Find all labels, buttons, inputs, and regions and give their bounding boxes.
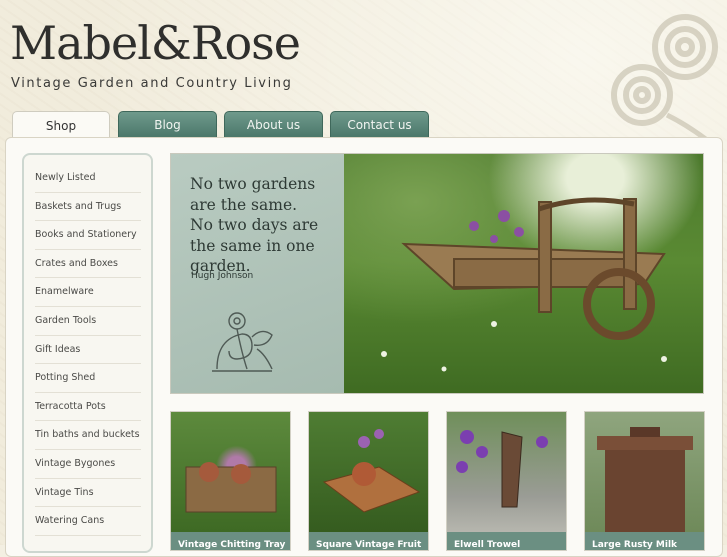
- product-caption[interactable]: Large Rusty Milk: [585, 532, 704, 550]
- sidebar-item-gift-ideas[interactable]: Gift Ideas: [35, 336, 141, 365]
- sidebar-item-potting-shed[interactable]: Potting Shed: [35, 364, 141, 393]
- sidebar-item-vintage-bygones[interactable]: Vintage Bygones: [35, 450, 141, 479]
- trowel-icon: [456, 430, 548, 508]
- quote-panel: No two gardens are the same. No two days…: [171, 154, 344, 393]
- tab-contact-us[interactable]: Contact us: [330, 111, 429, 137]
- chitting-tray-icon: [185, 462, 277, 513]
- quote-author: Hugh Johnson: [191, 271, 254, 281]
- sidebar-item-terracotta-pots[interactable]: Terracotta Pots: [35, 393, 141, 422]
- quote-line: are the same.: [190, 195, 298, 214]
- wheelbarrow-photo: [344, 154, 703, 393]
- quote-text: No two gardens are the same. No two days…: [190, 174, 340, 277]
- milk-churn-icon: [597, 427, 693, 532]
- site-tagline: Vintage Garden and Country Living: [11, 76, 293, 91]
- quote-line: No two gardens: [190, 175, 316, 193]
- flower-sketch-icon: [212, 312, 273, 372]
- quote-line: the same in one: [190, 236, 315, 255]
- product-card[interactable]: Large Rusty Milk: [584, 411, 705, 551]
- product-caption[interactable]: Square Vintage Fruit: [309, 532, 428, 550]
- category-sidebar: Newly Listed Baskets and Trugs Books and…: [22, 153, 153, 553]
- sidebar-item-baskets-and-trugs[interactable]: Baskets and Trugs: [35, 193, 141, 222]
- sidebar-item-enamelware[interactable]: Enamelware: [35, 278, 141, 307]
- wheelbarrow-icon: [381, 197, 667, 372]
- sidebar-item-vintage-tins[interactable]: Vintage Tins: [35, 479, 141, 508]
- quote-line: No two days are: [190, 216, 319, 234]
- product-card[interactable]: Vintage Chitting Tray: [170, 411, 291, 551]
- product-image: [585, 412, 704, 532]
- sidebar-item-newly-listed[interactable]: Newly Listed: [35, 164, 141, 193]
- product-caption[interactable]: Elwell Trowel: [447, 532, 566, 550]
- sidebar-item-garden-tools[interactable]: Garden Tools: [35, 307, 141, 336]
- product-image: [309, 412, 428, 532]
- sidebar-item-books-and-stationery[interactable]: Books and Stationery: [35, 221, 141, 250]
- product-caption[interactable]: Vintage Chitting Tray: [171, 532, 290, 550]
- site-logo[interactable]: Mabel&Rose: [10, 20, 301, 66]
- fruit-crate-icon: [322, 429, 421, 513]
- product-image: [447, 412, 566, 532]
- product-card[interactable]: Square Vintage Fruit: [308, 411, 429, 551]
- rose-decoration-icon: [611, 14, 718, 143]
- hero-banner[interactable]: No two gardens are the same. No two days…: [170, 153, 704, 394]
- sidebar-item-tin-baths-and-buckets[interactable]: Tin baths and buckets: [35, 421, 141, 450]
- sidebar-item-crates-and-boxes[interactable]: Crates and Boxes: [35, 250, 141, 279]
- tab-blog[interactable]: Blog: [118, 111, 217, 137]
- tab-about-us[interactable]: About us: [224, 111, 323, 137]
- product-card[interactable]: Elwell Trowel: [446, 411, 567, 551]
- tab-shop[interactable]: Shop: [12, 111, 110, 139]
- sidebar-item-watering-cans[interactable]: Watering Cans: [35, 507, 141, 536]
- product-image: [171, 412, 290, 532]
